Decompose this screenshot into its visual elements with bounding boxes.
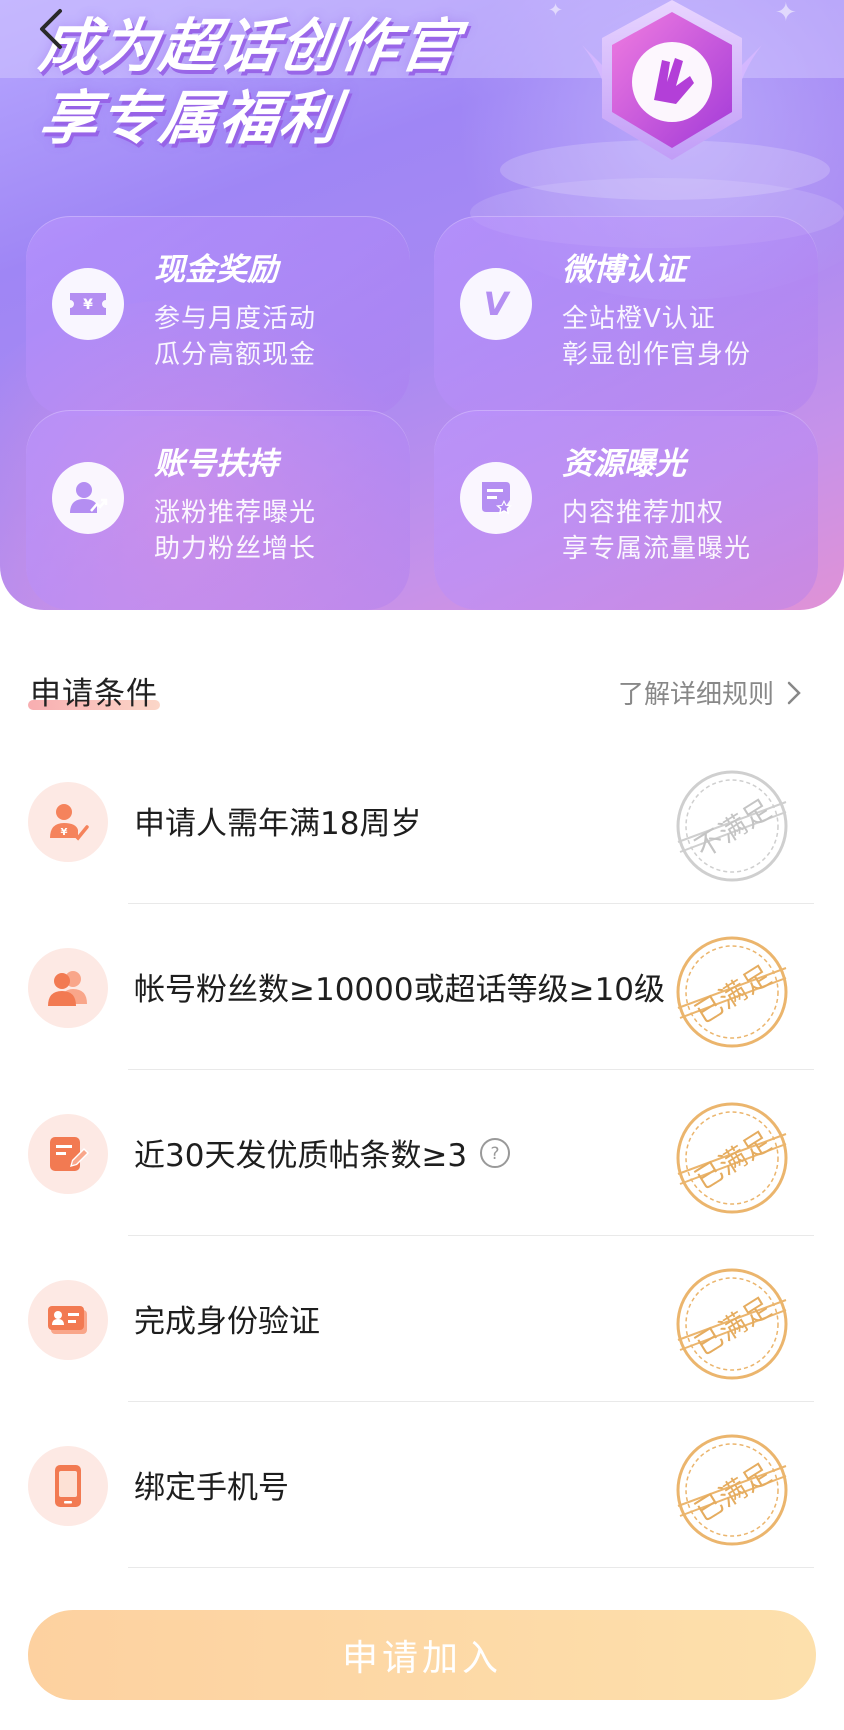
status-stamp-met: 已满足 — [672, 1264, 792, 1384]
svg-text:?: ? — [491, 1144, 500, 1164]
benefit-title: 现金奖励 — [154, 252, 278, 288]
condition-row-age: ¥ 申请人需年满18周岁 不满足 — [0, 738, 844, 904]
benefit-card-cash: ¥ 现金奖励 参与月度活动 瓜分高额现金 — [26, 216, 410, 416]
status-stamp-met: 已满足 — [672, 1098, 792, 1218]
benefit-title: 微博认证 — [562, 252, 686, 288]
v-verified-icon: V — [460, 268, 532, 340]
condition-label: 帐号粉丝数≥10000或超话等级≥10级 — [134, 972, 666, 1008]
condition-text: 绑定手机号 — [134, 1462, 289, 1507]
benefit-desc-line2: 享专属流量曝光 — [562, 534, 752, 564]
conditions-title: 申请条件 — [30, 676, 158, 712]
condition-text: 申请人需年满18周岁 — [134, 798, 421, 843]
cash-ticket-icon: ¥ — [52, 268, 124, 340]
rules-link[interactable]: 了解详细规则 — [618, 674, 802, 711]
apply-join-button[interactable]: 申请加入 — [28, 1610, 816, 1700]
svg-text:¥: ¥ — [61, 827, 68, 838]
condition-label: 近30天发优质帖条数≥3 — [134, 1138, 468, 1174]
fans-icon — [28, 948, 108, 1028]
hero-title-line2: 享专属福利 — [35, 84, 345, 152]
benefit-title: 账号扶持 — [154, 446, 278, 482]
edit-post-icon — [28, 1114, 108, 1194]
status-stamp-met: 已满足 — [672, 932, 792, 1052]
hero-banner: ✦ ✦ 成为超话创作官 享专属福利 ¥ 现金奖励 参与月度活动 瓜分高额现金 V… — [0, 0, 844, 610]
condition-row-phone: 绑定手机号 已满足 — [0, 1402, 844, 1568]
condition-label: 完成身份验证 — [134, 1304, 320, 1340]
benefit-title: 资源曝光 — [562, 446, 686, 482]
svg-text:¥: ¥ — [83, 297, 93, 313]
chevron-right-icon — [787, 681, 801, 704]
benefit-card-resource-exposure: 资源曝光 内容推荐加权 享专属流量曝光 — [434, 410, 818, 610]
condition-text: 完成身份验证 — [134, 1296, 320, 1341]
chevron-left-icon — [40, 9, 62, 49]
user-growth-icon — [52, 462, 124, 534]
benefit-card-verification: V 微博认证 全站橙V认证 彰显创作官身份 — [434, 216, 818, 416]
creator-badge-icon — [582, 0, 762, 160]
id-card-icon — [28, 1280, 108, 1360]
sparkle-icon: ✦ — [548, 0, 564, 21]
condition-label: 申请人需年满18周岁 — [134, 806, 422, 842]
person-check-icon: ¥ — [28, 782, 108, 862]
benefit-desc-line1: 涨粉推荐曝光 — [154, 498, 317, 528]
svg-text:V: V — [484, 286, 511, 322]
benefit-desc-line2: 彰显创作官身份 — [562, 340, 752, 370]
benefit-desc-line1: 参与月度活动 — [154, 304, 317, 334]
benefit-card-account-support: 账号扶持 涨粉推荐曝光 助力粉丝增长 — [26, 410, 410, 610]
condition-row-fans: 帐号粉丝数≥10000或超话等级≥10级 已满足 — [0, 904, 844, 1070]
help-icon[interactable]: ? — [479, 1137, 511, 1169]
benefit-desc-line2: 瓜分高额现金 — [154, 340, 317, 370]
hero-title-line1: 成为超话创作官 — [35, 12, 465, 80]
benefit-desc-line1: 全站橙V认证 — [562, 304, 716, 334]
sparkle-icon: ✦ — [775, 0, 797, 28]
status-stamp-met: 已满足 — [672, 1430, 792, 1550]
status-stamp-unmet: 不满足 — [672, 766, 792, 886]
condition-text: 近30天发优质帖条数≥3 ? — [134, 1130, 511, 1175]
phone-icon — [28, 1446, 108, 1526]
rules-link-label: 了解详细规则 — [618, 680, 775, 710]
benefit-desc-line1: 内容推荐加权 — [562, 498, 725, 528]
condition-label: 绑定手机号 — [134, 1470, 289, 1506]
condition-text: 帐号粉丝数≥10000或超话等级≥10级 — [134, 964, 665, 1009]
back-button[interactable] — [26, 4, 76, 54]
condition-row-posts: 近30天发优质帖条数≥3 ? 已满足 — [0, 1070, 844, 1236]
condition-row-identity: 完成身份验证 已满足 — [0, 1236, 844, 1402]
divider — [128, 1567, 814, 1568]
content-star-icon — [460, 462, 532, 534]
benefit-desc-line2: 助力粉丝增长 — [154, 534, 317, 564]
hero-title: 成为超话创作官 享专属福利 — [35, 10, 465, 154]
